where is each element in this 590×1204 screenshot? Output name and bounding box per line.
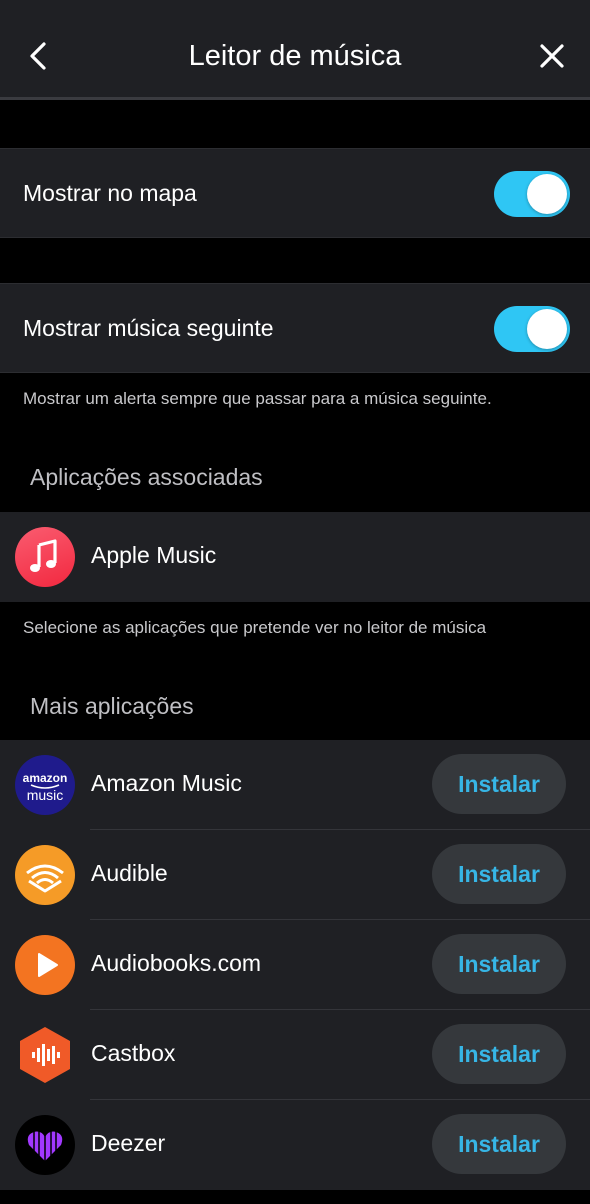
- svg-text:amazon: amazon: [23, 771, 68, 785]
- section-title-associated: Aplicações associadas: [30, 464, 263, 490]
- audiobooks-icon: [15, 935, 75, 995]
- next-song-note: Mostrar um alerta sempre que passar para…: [23, 389, 492, 408]
- app-name: Deezer: [91, 1130, 166, 1156]
- setting-label: Mostrar no mapa: [23, 180, 197, 206]
- page-title: Leitor de música: [188, 40, 402, 72]
- app-row-audible: Audible Instalar: [0, 830, 590, 920]
- close-icon[interactable]: [536, 40, 568, 72]
- app-name: Apple Music: [91, 542, 217, 568]
- header-bar: Leitor de música: [0, 0, 590, 100]
- install-button[interactable]: Instalar: [432, 844, 566, 904]
- app-row-audiobooks: Audiobooks.com Instalar: [0, 920, 590, 1010]
- install-button[interactable]: Instalar: [432, 1024, 566, 1084]
- install-button[interactable]: Instalar: [432, 1114, 566, 1174]
- app-name: Castbox: [91, 1040, 176, 1066]
- setting-show-next-song: Mostrar música seguinte: [0, 283, 590, 373]
- deezer-icon: [15, 1115, 75, 1175]
- svg-text:music: music: [27, 787, 64, 803]
- app-row-deezer: Deezer Instalar: [0, 1100, 590, 1190]
- app-name: Amazon Music: [91, 770, 242, 796]
- app-row-amazon-music: amazon music Amazon Music Instalar: [0, 740, 590, 830]
- app-row-castbox: Castbox Instalar: [0, 1010, 590, 1100]
- associated-note: Selecione as aplicações que pretende ver…: [23, 618, 487, 637]
- setting-show-on-map: Mostrar no mapa: [0, 148, 590, 238]
- apple-music-icon: [15, 527, 75, 587]
- setting-label: Mostrar música seguinte: [23, 315, 274, 341]
- app-row-apple-music[interactable]: Apple Music: [0, 512, 590, 602]
- amazon-music-icon: amazon music: [15, 755, 75, 815]
- toggle-knob: [527, 174, 567, 214]
- show-on-map-toggle[interactable]: [494, 171, 570, 217]
- app-name: Audible: [91, 860, 168, 886]
- audible-icon: [15, 845, 75, 905]
- install-button[interactable]: Instalar: [432, 754, 566, 814]
- install-button[interactable]: Instalar: [432, 934, 566, 994]
- app-name: Audiobooks.com: [91, 950, 262, 976]
- toggle-knob: [527, 309, 567, 349]
- show-next-song-toggle[interactable]: [494, 306, 570, 352]
- castbox-icon: [15, 1025, 75, 1085]
- section-title-more: Mais aplicações: [30, 693, 194, 719]
